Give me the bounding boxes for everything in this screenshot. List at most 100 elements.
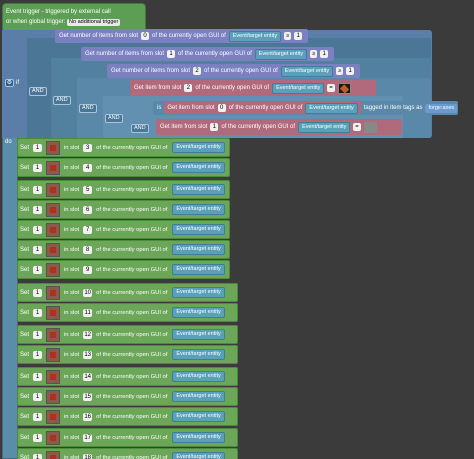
item-icon[interactable] bbox=[46, 305, 61, 320]
slot-number-input[interactable]: 6 bbox=[83, 205, 93, 214]
entity-block[interactable]: Event/target entity bbox=[298, 121, 351, 133]
set-item-row[interactable]: Set 1 in slot 5 of the currently open GUI of… bbox=[17, 180, 230, 199]
item-icon[interactable] bbox=[46, 409, 61, 424]
comparison-operator[interactable]: ≥ bbox=[310, 50, 318, 58]
slot-number-input[interactable]: 10 bbox=[83, 288, 93, 297]
trigger-dropdown[interactable]: No additional trigger bbox=[67, 19, 121, 26]
count-input[interactable]: 1 bbox=[33, 245, 43, 254]
entity-block[interactable]: Event/target entity bbox=[172, 264, 225, 275]
item-icon[interactable] bbox=[46, 450, 61, 459]
set-item-row[interactable]: Set 1 in slot 8 of the currently open GUI of… bbox=[17, 240, 230, 259]
and-dropdown-2[interactable]: AND bbox=[53, 96, 71, 105]
item-icon[interactable] bbox=[46, 242, 61, 257]
entity-block[interactable]: Event/target entity bbox=[172, 432, 225, 443]
count-input[interactable]: 1 bbox=[33, 225, 43, 234]
number-value[interactable]: 1 bbox=[294, 32, 303, 40]
number-value[interactable]: 1 bbox=[346, 67, 355, 75]
tag-text-block[interactable]: forge:axes bbox=[425, 103, 458, 113]
set-item-row[interactable]: Set 1 in slot 15 of the currently open GUI o… bbox=[17, 387, 238, 406]
slot-number-input[interactable]: 15 bbox=[83, 392, 93, 401]
event-trigger-block[interactable]: Event trigger - triggered by external ca… bbox=[2, 3, 146, 31]
entity-block[interactable]: Event/target entity bbox=[172, 329, 225, 340]
item-icon[interactable] bbox=[363, 121, 377, 133]
gear-icon[interactable]: ⚙ bbox=[5, 79, 14, 87]
and-dropdown-4[interactable]: AND bbox=[105, 114, 123, 123]
entity-block[interactable]: Event/target entity bbox=[172, 142, 225, 153]
set-item-row[interactable]: Set 1 in slot 14 of the currently open GUI o… bbox=[17, 367, 238, 386]
condition-item-slot-2[interactable]: Get item from slot 2 of the currently op… bbox=[130, 80, 376, 96]
entity-block[interactable]: Event/target entity bbox=[172, 204, 225, 215]
entity-block[interactable]: Event/target entity bbox=[228, 30, 282, 42]
count-input[interactable]: 1 bbox=[33, 412, 43, 421]
slot-number-input[interactable]: 3 bbox=[83, 143, 93, 152]
set-item-row[interactable]: Set 1 in slot 10 of the currently open GUI o… bbox=[17, 283, 238, 302]
slot-number-input[interactable]: 2 bbox=[193, 67, 202, 75]
count-input[interactable]: 1 bbox=[33, 433, 43, 442]
count-input[interactable]: 1 bbox=[33, 308, 43, 317]
slot-number-input[interactable]: 18 bbox=[83, 453, 93, 459]
entity-block[interactable]: Event/target entity bbox=[172, 244, 225, 255]
slot-number-input[interactable]: 9 bbox=[83, 265, 93, 274]
set-item-row[interactable]: Set 1 in slot 17 of the currently open GUI o… bbox=[17, 428, 238, 447]
entity-block[interactable]: Event/target entity bbox=[172, 162, 225, 173]
and-dropdown-5[interactable]: AND bbox=[131, 124, 149, 133]
entity-block[interactable]: Event/target entity bbox=[305, 102, 358, 114]
slot-number-input[interactable]: 4 bbox=[83, 163, 93, 172]
set-item-row[interactable]: Set 1 in slot 9 of the currently open GUI of… bbox=[17, 260, 230, 279]
get-item-block[interactable]: Get item from slot 0 of the currently op… bbox=[164, 102, 361, 114]
set-item-row[interactable]: Set 1 in slot 7 of the currently open GUI of… bbox=[17, 220, 230, 239]
item-icon[interactable] bbox=[46, 262, 61, 277]
item-icon[interactable] bbox=[46, 182, 61, 197]
entity-block[interactable]: Event/target entity bbox=[280, 65, 334, 77]
comparison-operator[interactable]: ≥ bbox=[336, 67, 344, 75]
set-item-row[interactable]: Set 1 in slot 3 of the currently open GUI of… bbox=[17, 138, 230, 157]
slot-number-input[interactable]: 13 bbox=[83, 350, 93, 359]
and-dropdown-3[interactable]: AND bbox=[79, 104, 97, 113]
item-icon[interactable] bbox=[46, 222, 61, 237]
entity-block[interactable]: Event/target entity bbox=[172, 184, 225, 195]
set-item-row[interactable]: Set 1 in slot 11 of the currently open GUI o… bbox=[17, 303, 238, 322]
count-input[interactable]: 1 bbox=[33, 372, 43, 381]
and-dropdown-1[interactable]: AND bbox=[29, 87, 47, 96]
count-input[interactable]: 1 bbox=[33, 350, 43, 359]
comparison-operator[interactable]: ≥ bbox=[284, 32, 292, 40]
slot-number-input[interactable]: 0 bbox=[141, 32, 150, 40]
item-icon[interactable] bbox=[46, 202, 61, 217]
entity-block[interactable]: Event/target entity bbox=[172, 391, 225, 402]
condition-count-slot-1[interactable]: Get number of items from slot 1 of the c… bbox=[81, 47, 334, 61]
condition-count-slot-2[interactable]: Get number of items from slot 2 of the c… bbox=[107, 64, 360, 78]
entity-block[interactable]: Event/target entity bbox=[254, 48, 308, 60]
slot-number-input[interactable]: 11 bbox=[83, 308, 93, 317]
slot-number-input[interactable]: 0 bbox=[217, 104, 226, 112]
number-value[interactable]: 1 bbox=[320, 50, 329, 58]
item-icon[interactable] bbox=[46, 160, 61, 175]
condition-item-slot-1[interactable]: Get item from slot 1 of the currently op… bbox=[156, 119, 402, 135]
item-icon[interactable] bbox=[46, 327, 61, 342]
entity-block[interactable]: Event/target entity bbox=[172, 224, 225, 235]
blockly-canvas[interactable]: Event trigger - triggered by external ca… bbox=[0, 0, 474, 459]
slot-number-input[interactable]: 16 bbox=[83, 412, 93, 421]
item-icon[interactable] bbox=[46, 140, 61, 155]
set-item-row[interactable]: Set 1 in slot 4 of the currently open GUI of… bbox=[17, 158, 230, 177]
count-input[interactable]: 1 bbox=[33, 143, 43, 152]
slot-number-input[interactable]: 1 bbox=[167, 50, 176, 58]
count-input[interactable]: 1 bbox=[33, 288, 43, 297]
slot-number-input[interactable]: 17 bbox=[83, 433, 93, 442]
count-input[interactable]: 1 bbox=[33, 453, 43, 459]
entity-block[interactable]: Event/target entity bbox=[172, 307, 225, 318]
set-item-row[interactable]: Set 1 in slot 18 of the currently open GUI o… bbox=[17, 448, 238, 459]
set-item-row[interactable]: Set 1 in slot 6 of the currently open GUI of… bbox=[17, 200, 230, 219]
count-input[interactable]: 1 bbox=[33, 185, 43, 194]
set-item-row[interactable]: Set 1 in slot 13 of the currently open GUI o… bbox=[17, 345, 238, 364]
count-input[interactable]: 1 bbox=[33, 330, 43, 339]
comparison-operator[interactable]: = bbox=[327, 84, 335, 92]
slot-number-input[interactable]: 1 bbox=[210, 123, 219, 131]
count-input[interactable]: 1 bbox=[33, 392, 43, 401]
item-icon[interactable] bbox=[46, 347, 61, 362]
item-icon[interactable] bbox=[46, 389, 61, 404]
count-input[interactable]: 1 bbox=[33, 163, 43, 172]
slot-number-input[interactable]: 14 bbox=[83, 372, 93, 381]
entity-block[interactable]: Event/target entity bbox=[172, 452, 225, 459]
set-item-row[interactable]: Set 1 in slot 16 of the currently open GUI o… bbox=[17, 407, 238, 426]
entity-block[interactable]: Event/target entity bbox=[272, 82, 325, 94]
